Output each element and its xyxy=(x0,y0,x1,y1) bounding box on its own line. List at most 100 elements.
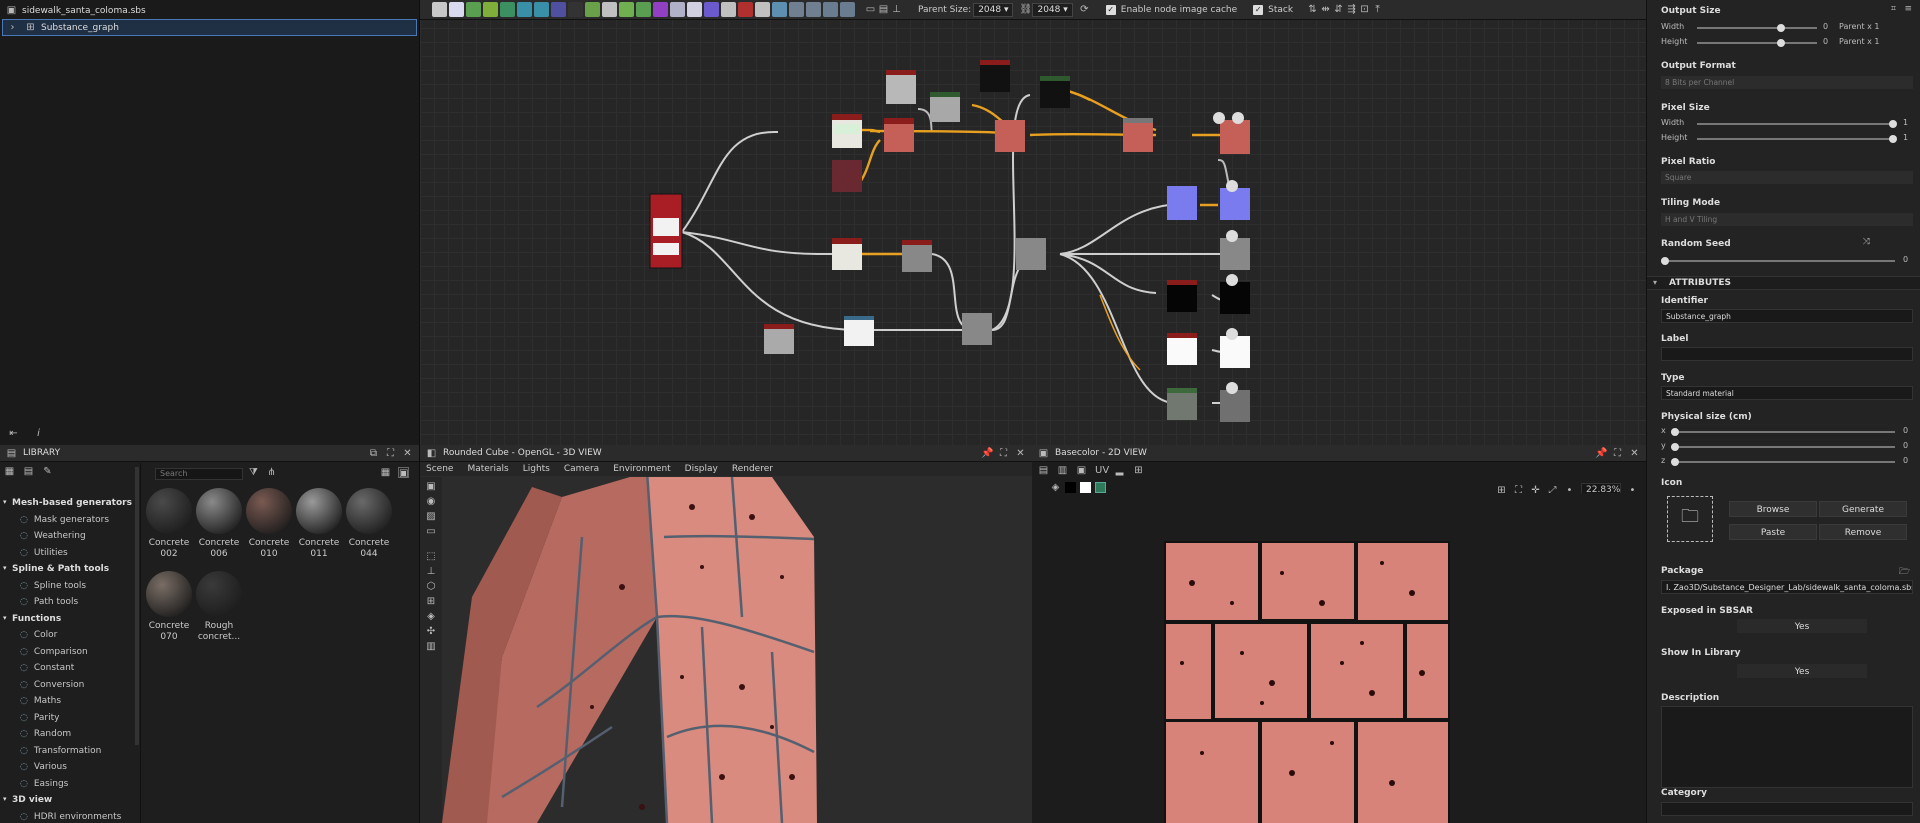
menu-item-materials[interactable]: Materials xyxy=(467,464,508,474)
3d-close-icon[interactable]: ✕ xyxy=(1015,448,1026,459)
filter-icon[interactable]: ⧩ xyxy=(248,467,259,478)
label-input[interactable] xyxy=(1661,347,1913,361)
layers-2d-icon[interactable]: ◈ xyxy=(1050,482,1061,493)
library-search-input[interactable]: Search xyxy=(155,468,243,480)
material-thumbnail[interactable] xyxy=(196,571,242,617)
light-icon[interactable]: ◉ xyxy=(426,496,437,507)
folder-icon[interactable]: 🗀 xyxy=(1667,496,1713,542)
show-library-toggle[interactable]: Yes xyxy=(1737,664,1867,678)
explorer-graph-row[interactable]: › ⊞ Substance_graph xyxy=(2,19,417,36)
menu-item-environment[interactable]: Environment xyxy=(613,464,670,474)
material-thumbnail[interactable] xyxy=(146,571,192,617)
library-item[interactable]: ◌ Constant xyxy=(20,663,74,673)
gizmo-icon[interactable]: ✣ xyxy=(426,626,437,637)
library-item[interactable]: ◌ Easings xyxy=(20,779,68,789)
package-path[interactable]: I. Zao3D/Substance_Designer_Lab/sidewalk… xyxy=(1661,580,1913,594)
cube-icon[interactable]: ⬡ xyxy=(426,581,437,592)
random-seed-slider[interactable] xyxy=(1661,257,1895,265)
white-bg-icon[interactable] xyxy=(1080,482,1091,493)
material-thumbnail[interactable] xyxy=(296,488,342,534)
3d-maximize-icon[interactable]: ⛶ xyxy=(998,448,1009,459)
histogram-icon[interactable]: ▂ xyxy=(1114,465,1125,476)
library-category[interactable]: ▾ Spline & Path tools xyxy=(3,564,109,574)
tiling-mode-select[interactable]: H and V Tiling xyxy=(1661,213,1913,226)
2d-maximize-icon[interactable]: ⛶ xyxy=(1612,448,1623,459)
float-icon[interactable]: ⧉ xyxy=(368,448,379,459)
phys-z-slider[interactable] xyxy=(1671,458,1895,466)
menu-icon[interactable]: ≡ xyxy=(1904,4,1912,14)
os-height-slider[interactable] xyxy=(1697,39,1817,47)
menu-item-lights[interactable]: Lights xyxy=(523,464,550,474)
menu-item-scene[interactable]: Scene xyxy=(426,464,453,474)
menu-item-renderer[interactable]: Renderer xyxy=(732,464,773,474)
material-thumbnail[interactable] xyxy=(346,488,392,534)
library-category[interactable]: ▾ 3D view xyxy=(3,795,52,805)
inherit-icon[interactable]: ⌗ xyxy=(1891,4,1896,14)
library-item[interactable]: ◌ Color xyxy=(20,630,57,640)
2d-close-icon[interactable]: ✕ xyxy=(1629,448,1640,459)
tree-icon[interactable]: ⇤ xyxy=(8,428,19,439)
library-item[interactable]: ◌ Transformation xyxy=(20,746,101,756)
library-item[interactable]: ◌ HDRI environments xyxy=(20,812,121,822)
phys-y-slider[interactable] xyxy=(1671,443,1895,451)
library-item[interactable]: ◌ Conversion xyxy=(20,680,84,690)
pin-2d-icon[interactable]: 📌 xyxy=(1595,448,1607,459)
pixel-ratio-select[interactable]: Square xyxy=(1661,171,1913,184)
add-folder-icon[interactable]: ▤ xyxy=(23,466,34,477)
texture-preview[interactable] xyxy=(1032,493,1646,823)
paste-button[interactable]: Paste xyxy=(1729,524,1817,540)
library-category[interactable]: ▾ Functions xyxy=(3,614,61,624)
attributes-header[interactable]: ▾ ATTRIBUTES xyxy=(1647,276,1920,290)
identifier-input[interactable]: Substance_graph xyxy=(1661,309,1913,323)
grid-icon[interactable]: ⊞ xyxy=(426,596,437,607)
category-input[interactable] xyxy=(1661,802,1913,816)
library-item[interactable]: ◌ Weathering xyxy=(20,531,86,541)
brush-icon[interactable]: ✎ xyxy=(42,466,53,477)
alpha-icon[interactable] xyxy=(1065,482,1076,493)
library-category[interactable]: ▾ Mesh-based generators xyxy=(3,498,132,508)
select-icon[interactable]: ⬚ xyxy=(426,551,437,562)
stats-icon[interactable]: ▥ xyxy=(426,641,437,652)
camera-2d-icon[interactable]: ▣ xyxy=(1076,465,1087,476)
axis-icon[interactable]: ⊥ xyxy=(426,566,437,577)
library-item[interactable]: ◌ Comparison xyxy=(20,647,88,657)
library-item[interactable]: ◌ Mask generators xyxy=(20,515,109,525)
library-item[interactable]: ◌ Various xyxy=(20,762,67,772)
list-view-icon[interactable]: ▣ xyxy=(398,467,409,479)
browse-button[interactable]: Browse xyxy=(1729,501,1817,517)
checker-icon[interactable] xyxy=(1095,482,1106,493)
screenshot-icon[interactable]: ▭ xyxy=(426,526,437,537)
environment-icon[interactable]: ▨ xyxy=(426,511,437,522)
library-scrollbar[interactable] xyxy=(135,467,139,745)
graph-view[interactable]: ▭ ▤ ⊥ Parent Size: 2048 ▾ ⛓ 2048 ▾ ⟳ ✓ E… xyxy=(420,0,1646,445)
grid-view-icon[interactable]: ▦ xyxy=(380,467,391,478)
remove-button[interactable]: Remove xyxy=(1819,524,1907,540)
ps-height-slider[interactable] xyxy=(1697,135,1897,143)
close-icon[interactable]: ✕ xyxy=(402,448,413,459)
camera-icon[interactable]: ▣ xyxy=(426,481,437,492)
library-item[interactable]: ◌ Maths xyxy=(20,696,61,706)
library-item[interactable]: ◌ Parity xyxy=(20,713,59,723)
description-input[interactable] xyxy=(1661,706,1913,788)
maximize-icon[interactable]: ⛶ xyxy=(385,448,396,459)
chevron-right-icon[interactable]: › xyxy=(7,22,18,33)
generate-button[interactable]: Generate xyxy=(1819,501,1907,517)
explorer-file-row[interactable]: ▣ sidewalk_santa_coloma.sbs xyxy=(0,2,419,19)
library-item[interactable]: ◌ Utilities xyxy=(20,548,68,558)
tiling-icon[interactable]: ⊞ xyxy=(1133,465,1144,476)
material-thumbnail[interactable] xyxy=(146,488,192,534)
menu-item-display[interactable]: Display xyxy=(685,464,718,474)
3d-viewport[interactable] xyxy=(442,477,1032,823)
layers-icon[interactable]: ◈ xyxy=(426,611,437,622)
library-item[interactable]: ◌ Random xyxy=(20,729,71,739)
library-item[interactable]: ◌ Spline tools xyxy=(20,581,86,591)
material-thumbnail[interactable] xyxy=(246,488,292,534)
material-thumbnail[interactable] xyxy=(196,488,242,534)
tree-view-icon[interactable]: ▦ xyxy=(4,466,15,477)
menu-item-camera[interactable]: Camera xyxy=(564,464,599,474)
open-folder-icon[interactable]: 🗁 xyxy=(1899,564,1910,580)
library-item[interactable]: ◌ Path tools xyxy=(20,597,78,607)
shuffle-icon[interactable]: ⤨ xyxy=(1863,237,1870,247)
type-select[interactable]: Standard material xyxy=(1661,386,1913,400)
phys-x-slider[interactable] xyxy=(1671,428,1895,436)
